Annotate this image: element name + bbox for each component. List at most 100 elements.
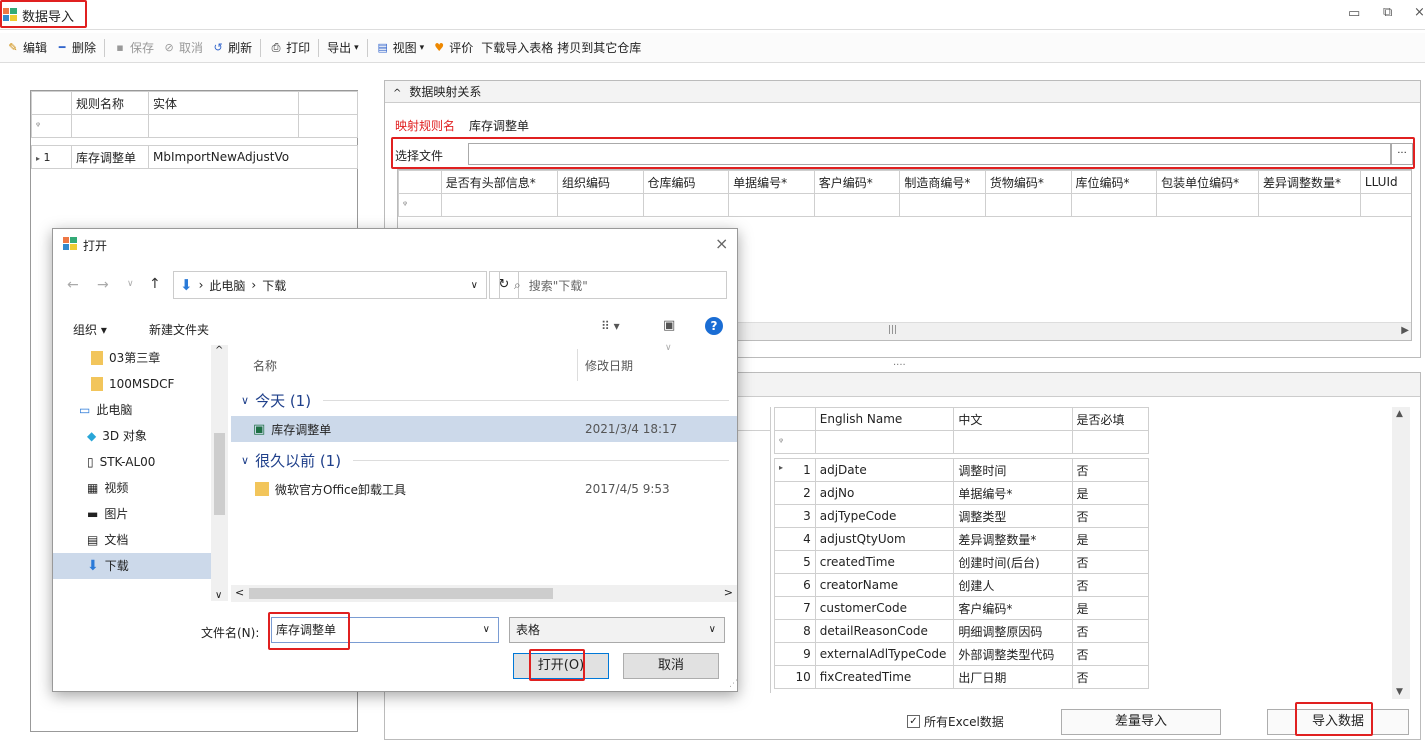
close-icon[interactable]: ×	[1414, 5, 1425, 20]
table-row[interactable]: 8 detailReasonCode 明细调整原因码否	[774, 619, 1150, 643]
save-button[interactable]: ▪ 保存	[113, 39, 154, 56]
filter-cell[interactable]	[728, 193, 815, 217]
delete-button[interactable]: ━ 删除	[55, 39, 96, 56]
field-required-cell[interactable]: 否	[1071, 665, 1150, 689]
export-button[interactable]: 导出 ▾	[327, 39, 359, 56]
nav-vertical-scrollbar[interactable]: ^ ∨	[211, 345, 228, 601]
new-folder-button[interactable]: 新建文件夹	[149, 321, 209, 338]
breadcrumb-downloads[interactable]: 下载	[262, 277, 286, 294]
filter-cell[interactable]	[813, 193, 901, 217]
filter-cell[interactable]	[440, 193, 558, 217]
table-row[interactable]: ▸ 1 库存调整单 MbImportNewAdjustVo	[31, 145, 358, 169]
scroll-grip-icon[interactable]: |||	[888, 325, 897, 335]
field-required-cell[interactable]: 是	[1071, 596, 1150, 620]
mapping-col[interactable]: LLUId	[1359, 170, 1411, 194]
nav-item-3d-objects[interactable]: ◆ 3D 对象	[73, 423, 213, 449]
scroll-right-icon[interactable]: >	[724, 586, 733, 599]
mapping-col[interactable]: 制造商编号*	[899, 170, 986, 194]
edit-button[interactable]: ✎ 编辑	[6, 39, 47, 56]
scroll-thumb[interactable]	[214, 433, 225, 515]
table-row[interactable]: 6 creatorName 创建人否	[774, 573, 1150, 597]
nav-item-this-pc[interactable]: ▭ 此电脑	[73, 397, 213, 423]
column-date-header[interactable]: 修改日期	[585, 357, 633, 374]
filter-cell[interactable]	[899, 193, 986, 217]
checkbox-checked-icon[interactable]: ✓	[907, 715, 920, 728]
diff-import-button[interactable]: 差量导入	[1061, 709, 1221, 735]
recent-dropdown-icon[interactable]: ∨	[127, 279, 134, 289]
field-chinese-name-cell[interactable]: 外部调整类型代码	[953, 642, 1073, 666]
fields-col-en[interactable]: English Name	[814, 407, 955, 431]
filter-cell[interactable]	[1156, 193, 1259, 217]
restore-icon[interactable]: ⧉	[1383, 5, 1392, 20]
field-chinese-name-cell[interactable]: 调整时间	[953, 458, 1073, 482]
search-box[interactable]: ⌕ 搜索"下载"	[499, 271, 727, 299]
scroll-down-icon[interactable]: ▼	[1396, 687, 1403, 697]
dialog-close-icon[interactable]: ×	[715, 234, 728, 253]
filter-cell[interactable]	[642, 193, 730, 217]
rules-col-entity[interactable]: 实体	[148, 91, 299, 115]
column-name-header[interactable]: 名称	[253, 357, 277, 374]
nav-item-pictures[interactable]: ▬ 图片	[73, 501, 213, 527]
cancel-button[interactable]: ⊘ 取消	[162, 39, 203, 56]
field-english-name-cell[interactable]: detailReasonCode	[814, 619, 955, 643]
filter-cell[interactable]	[1071, 430, 1150, 454]
scroll-down-icon[interactable]: ∨	[215, 590, 222, 601]
field-chinese-name-cell[interactable]: 创建人	[953, 573, 1073, 597]
table-row[interactable]: 7 customerCode 客户编码* 是	[774, 596, 1150, 620]
refresh-button[interactable]: ↺ 刷新	[211, 39, 252, 56]
scroll-up-icon[interactable]: ^	[215, 345, 223, 356]
mapping-col[interactable]: 组织编码	[556, 170, 644, 194]
splitter-grip[interactable]: ····	[893, 360, 906, 371]
table-row[interactable]: 5 createdTime 创建时间(后台) 否	[774, 550, 1150, 574]
table-row[interactable]: 2 adjNo 单据编号* 是	[774, 481, 1150, 505]
rate-button[interactable]: ♥ 评价	[432, 39, 473, 56]
back-icon[interactable]: ←	[67, 277, 79, 293]
field-required-cell[interactable]: 否	[1071, 642, 1150, 666]
nav-item-100msdcf[interactable]: 100MSDCF	[73, 371, 213, 397]
dialog-cancel-button[interactable]: 取消	[623, 653, 719, 679]
preview-pane-icon[interactable]: ▣	[663, 318, 675, 333]
address-bar[interactable]: ⬇ › 此电脑 › 下载 ∨	[173, 271, 487, 299]
field-required-cell[interactable]: 是	[1071, 481, 1150, 505]
field-chinese-name-cell[interactable]: 单据编号*	[953, 481, 1073, 505]
minimize-icon[interactable]: ▭	[1348, 6, 1360, 21]
fields-vertical-scrollbar[interactable]: ▲ ▼	[1392, 407, 1410, 699]
field-required-cell[interactable]: 否	[1071, 550, 1150, 574]
field-chinese-name-cell[interactable]: 调整类型	[953, 504, 1073, 528]
field-english-name-cell[interactable]: adjDate	[814, 458, 955, 482]
breadcrumb-this-pc[interactable]: 此电脑	[209, 277, 245, 294]
field-chinese-name-cell[interactable]: 创建时间(后台)	[953, 550, 1073, 574]
filter-cell[interactable]	[1258, 193, 1361, 217]
fields-filter-row[interactable]: ᵠ	[774, 430, 1150, 454]
field-chinese-name-cell[interactable]: 出厂日期	[953, 665, 1073, 689]
print-button[interactable]: ⎙ 打印	[269, 39, 310, 56]
scroll-up-icon[interactable]: ▲	[1396, 409, 1403, 419]
nav-item-stk[interactable]: ▯ STK-AL00	[73, 449, 213, 475]
field-english-name-cell[interactable]: creatorName	[814, 573, 955, 597]
file-horizontal-scrollbar[interactable]: < >	[231, 585, 737, 602]
rule-entity-cell[interactable]: MbImportNewAdjustVo	[148, 145, 358, 169]
mapping-col[interactable]: 是否有头部信息*	[440, 170, 558, 194]
mapping-col[interactable]: 单据编号*	[728, 170, 815, 194]
field-required-cell[interactable]: 否	[1071, 573, 1150, 597]
filter-cell[interactable]	[298, 114, 358, 138]
filetype-select[interactable]: 表格 ∨	[509, 617, 725, 643]
mapping-group-header[interactable]: ^ 数据映射关系	[385, 81, 1420, 103]
filter-cell[interactable]	[953, 430, 1073, 454]
field-chinese-name-cell[interactable]: 差异调整数量*	[953, 527, 1073, 551]
field-english-name-cell[interactable]: adjTypeCode	[814, 504, 955, 528]
nav-item-03chapter[interactable]: 03第三章	[73, 345, 213, 371]
filter-cell[interactable]	[1359, 193, 1411, 217]
mapping-filter-row[interactable]: ᵠ	[398, 193, 1411, 217]
address-dropdown-icon[interactable]: ∨	[471, 280, 478, 291]
rule-name-cell[interactable]: 库存调整单	[71, 145, 149, 169]
help-icon[interactable]: ?	[705, 317, 723, 335]
table-row[interactable]: 3 adjTypeCode 调整类型否	[774, 504, 1150, 528]
filter-cell[interactable]	[1070, 193, 1158, 217]
field-chinese-name-cell[interactable]: 客户编码*	[953, 596, 1073, 620]
up-icon[interactable]: ↑	[149, 276, 161, 292]
filter-cell[interactable]	[148, 114, 299, 138]
table-row[interactable]: 10 fixCreatedTime 出厂日期否	[774, 665, 1150, 689]
forward-icon[interactable]: →	[97, 277, 109, 293]
resize-grip-icon[interactable]: ⋰	[729, 679, 738, 689]
